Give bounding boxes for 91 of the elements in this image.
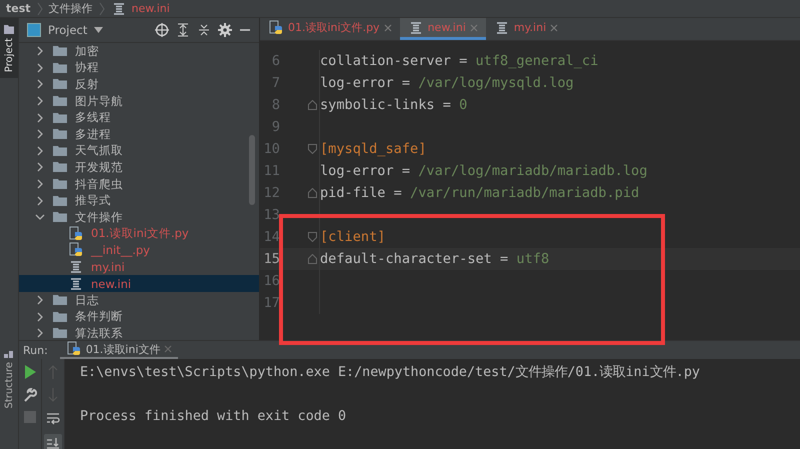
python-file-icon [66, 341, 82, 357]
code-line: collation-server = utf8_general_ci [320, 53, 598, 69]
console-output: E:\envs\test\Scripts\python.exe E:/newpythoncode/test/文件操作/01.读取ini文件.py [80, 364, 700, 382]
run-tab[interactable]: 01.读取ini文件 [60, 341, 178, 359]
tree-label: 01.读取ini文件.py [91, 226, 189, 242]
scroll-to-end-icon [46, 436, 60, 449]
tree-label: 文件操作 [75, 210, 123, 225]
tree-item[interactable]: 反射 [19, 76, 259, 93]
tree-item[interactable]: 文件操作 [19, 208, 259, 226]
soft-wrap-icon [46, 411, 60, 425]
scrollbar[interactable] [249, 135, 255, 205]
tree-item[interactable]: 日志 [19, 292, 259, 308]
code-line: [client] [320, 229, 386, 245]
code-line: log-error = /var/log/mysqld.log [320, 75, 574, 91]
arrow-down-icon [48, 388, 58, 402]
tree-label: 推导式 [75, 193, 111, 208]
tree-item[interactable]: new.ini [19, 275, 259, 292]
target-icon [155, 23, 169, 37]
text-file-icon [68, 276, 84, 292]
gear-icon [218, 23, 232, 37]
line-number: 15 [262, 251, 280, 267]
line-number: 8 [270, 97, 280, 113]
line-number: 6 [270, 53, 280, 69]
tree-item[interactable]: 图片导航 [19, 92, 259, 110]
structure-icon [4, 348, 14, 358]
tree-label: 加密 [75, 44, 99, 59]
close-icon [470, 24, 478, 32]
python-file-icon [68, 226, 84, 242]
tree-label: 算法联系 [75, 326, 123, 340]
tree-item[interactable]: 多进程 [19, 126, 259, 143]
tree-item[interactable]: 协程 [19, 60, 259, 76]
code-line: pid-file = /var/run/mariadb/mariadb.pid [320, 185, 640, 201]
project-tab[interactable]: Project [0, 18, 18, 78]
run-icon [24, 365, 36, 379]
tree-item[interactable]: 条件判断 [19, 308, 259, 326]
run-label: Run: [23, 344, 48, 356]
dropdown-icon [94, 27, 104, 33]
line-number: 9 [270, 119, 280, 135]
tree-item[interactable]: 算法联系 [19, 325, 259, 340]
code-line: symbolic-links = 0 [320, 97, 468, 113]
tree-label: 图片导航 [75, 94, 123, 109]
tree-label: 天气抓取 [75, 143, 123, 158]
arrow-up-icon [48, 365, 58, 379]
structure-tab[interactable]: Structure [0, 342, 18, 415]
tree-label: 多线程 [75, 110, 111, 126]
tree-label: 反射 [75, 76, 99, 92]
line-number: 7 [270, 75, 280, 91]
tree-label: 协程 [75, 60, 99, 76]
close-icon [164, 345, 172, 353]
window-icon [27, 23, 41, 37]
tree-label: 抖音爬虫 [75, 176, 123, 192]
tree-label: 多进程 [75, 126, 111, 142]
tree-label: 条件判断 [75, 309, 123, 324]
code-line: log-error = /var/log/mariadb/mariadb.log [320, 163, 648, 179]
breadcrumb-item[interactable]: test [6, 2, 31, 15]
tree-label: __init__.py [91, 243, 150, 258]
wrench-icon [23, 388, 37, 402]
tree-label: 开发规范 [75, 160, 123, 175]
line-number: 12 [262, 185, 280, 201]
breadcrumb-item[interactable]: 文件操作 [48, 1, 93, 16]
line-number: 14 [262, 229, 280, 245]
close-icon [550, 24, 558, 32]
stop-icon [24, 411, 36, 423]
python-file-icon [268, 20, 284, 36]
console-output: Process finished with exit code 0 [80, 408, 348, 426]
code-line: default-character-set = utf8 [320, 251, 550, 267]
line-number: 11 [262, 163, 280, 179]
folder-icon [4, 24, 14, 34]
tree-label: 日志 [75, 292, 99, 308]
line-number: 13 [262, 207, 280, 223]
tree-item[interactable]: 开发规范 [19, 159, 259, 176]
tree-item[interactable]: 天气抓取 [19, 142, 259, 160]
python-file-icon [68, 242, 84, 258]
tree-item[interactable]: 抖音爬虫 [19, 176, 259, 192]
tree-label: my.ini [91, 260, 125, 274]
panel-title[interactable]: Project [48, 23, 88, 37]
line-number: 17 [262, 295, 280, 311]
chevron-right-icon [36, 2, 44, 16]
text-file-icon [68, 259, 84, 276]
scroll-to-end-button[interactable] [44, 434, 62, 449]
line-number: 10 [262, 141, 280, 157]
tree-item[interactable]: 多线程 [19, 109, 259, 126]
collapse-all-icon [197, 23, 211, 37]
line-number: 16 [262, 273, 280, 289]
close-icon [384, 24, 392, 32]
tree-item[interactable]: 加密 [19, 43, 259, 60]
expand-all-icon [176, 23, 190, 37]
tree-label: new.ini [91, 276, 132, 291]
code-line: [mysqld_safe] [320, 141, 426, 157]
chevron-right-icon [98, 2, 106, 16]
tree-item[interactable]: 推导式 [19, 192, 259, 209]
